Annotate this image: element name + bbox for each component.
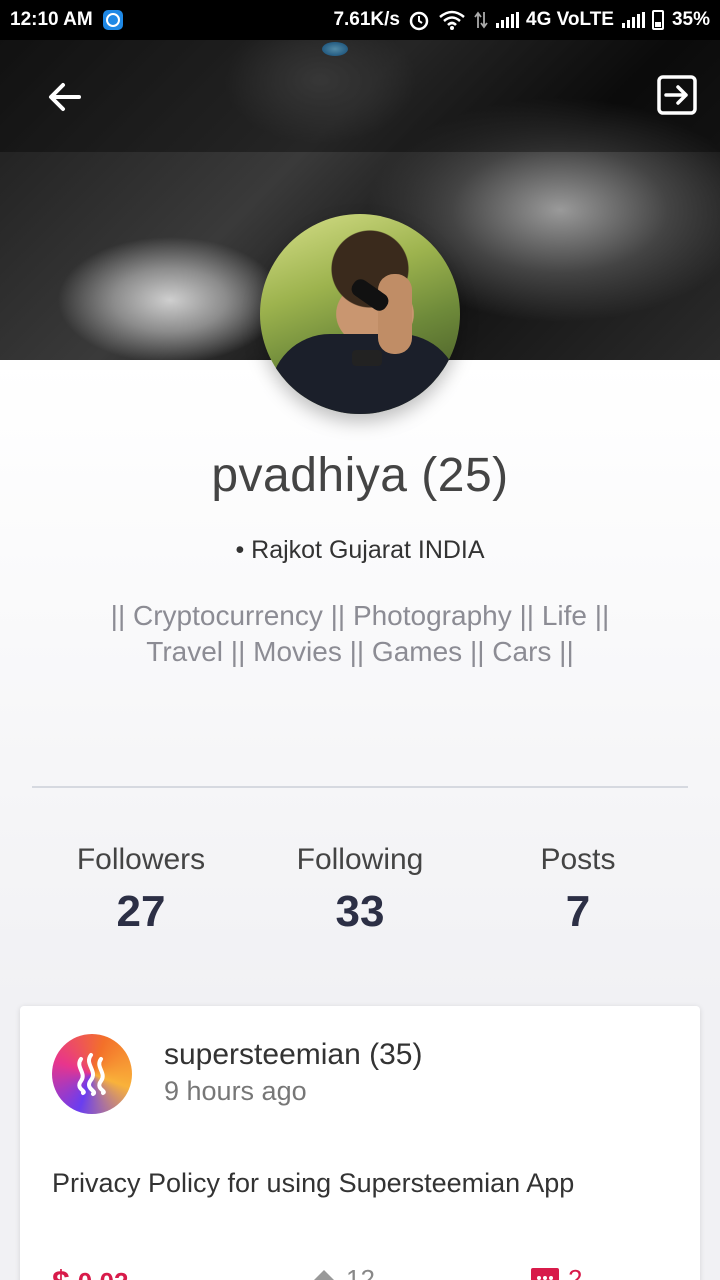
exit-icon — [657, 75, 697, 115]
posts-count: 7 — [565, 887, 591, 936]
profile-stats: Followers 27 Following 33 Posts 7 — [0, 843, 720, 953]
votes[interactable]: 12 — [310, 1264, 375, 1280]
steem-logo-icon — [77, 1053, 106, 1096]
post-card[interactable]: supersteemian (35) 9 hours ago Privacy P… — [20, 1006, 700, 1280]
dollar-icon: $ — [52, 1264, 70, 1280]
payout[interactable]: $ 0.02 — [52, 1264, 128, 1280]
profile-bio: || Cryptocurrency || Photography || Life… — [110, 600, 610, 667]
post-footer: $ 0.02 12 2 — [52, 1264, 672, 1280]
posts-label: Posts — [540, 843, 616, 876]
post-time: 9 hours ago — [164, 1076, 307, 1106]
toolbar-shade — [0, 40, 720, 152]
arrow-left-icon — [49, 83, 81, 111]
avatar[interactable] — [260, 214, 460, 414]
network-type: 4G VoLTE — [526, 9, 614, 30]
wifi-icon — [439, 10, 465, 30]
data-arrows-icon — [474, 11, 488, 29]
following-label: Following — [296, 843, 424, 876]
comment-icon — [531, 1267, 559, 1280]
followers-label: Followers — [76, 843, 206, 876]
following-count: 33 — [335, 887, 385, 936]
network-speed: 7.61K/s — [333, 9, 400, 30]
divider — [32, 786, 688, 788]
profile-username: pvadhiya (25) — [211, 449, 509, 502]
alarm-icon — [409, 11, 429, 31]
author-avatar[interactable] — [52, 1034, 132, 1114]
signal-icon-2 — [621, 12, 645, 28]
upvote-icon — [314, 1269, 334, 1280]
notification-icon — [102, 10, 123, 30]
comments[interactable]: 2 — [530, 1264, 582, 1280]
status-bar: 12:10 AM 7.61K/s 4G VoLTE 35% — [0, 0, 720, 40]
post-author[interactable]: supersteemian (35) — [164, 1038, 422, 1072]
signal-icon — [496, 12, 519, 28]
battery-level: 35% — [671, 9, 710, 30]
posts-stat[interactable]: Posts 7 — [468, 843, 688, 937]
status-time: 12:10 AM — [10, 9, 93, 30]
back-button[interactable] — [40, 72, 90, 122]
comments-count: 2 — [568, 1264, 583, 1280]
profile-location: • Rajkot Gujarat INDIA — [235, 536, 485, 564]
followers-count: 27 — [116, 887, 166, 936]
payout-value: 0.02 — [78, 1267, 129, 1280]
votes-count: 12 — [346, 1264, 375, 1280]
logout-button[interactable] — [650, 68, 704, 122]
battery-icon — [651, 10, 664, 30]
followers-stat[interactable]: Followers 27 — [31, 843, 251, 937]
post-title[interactable]: Privacy Policy for using Supersteemian A… — [52, 1168, 574, 1199]
following-stat[interactable]: Following 33 — [250, 843, 470, 937]
